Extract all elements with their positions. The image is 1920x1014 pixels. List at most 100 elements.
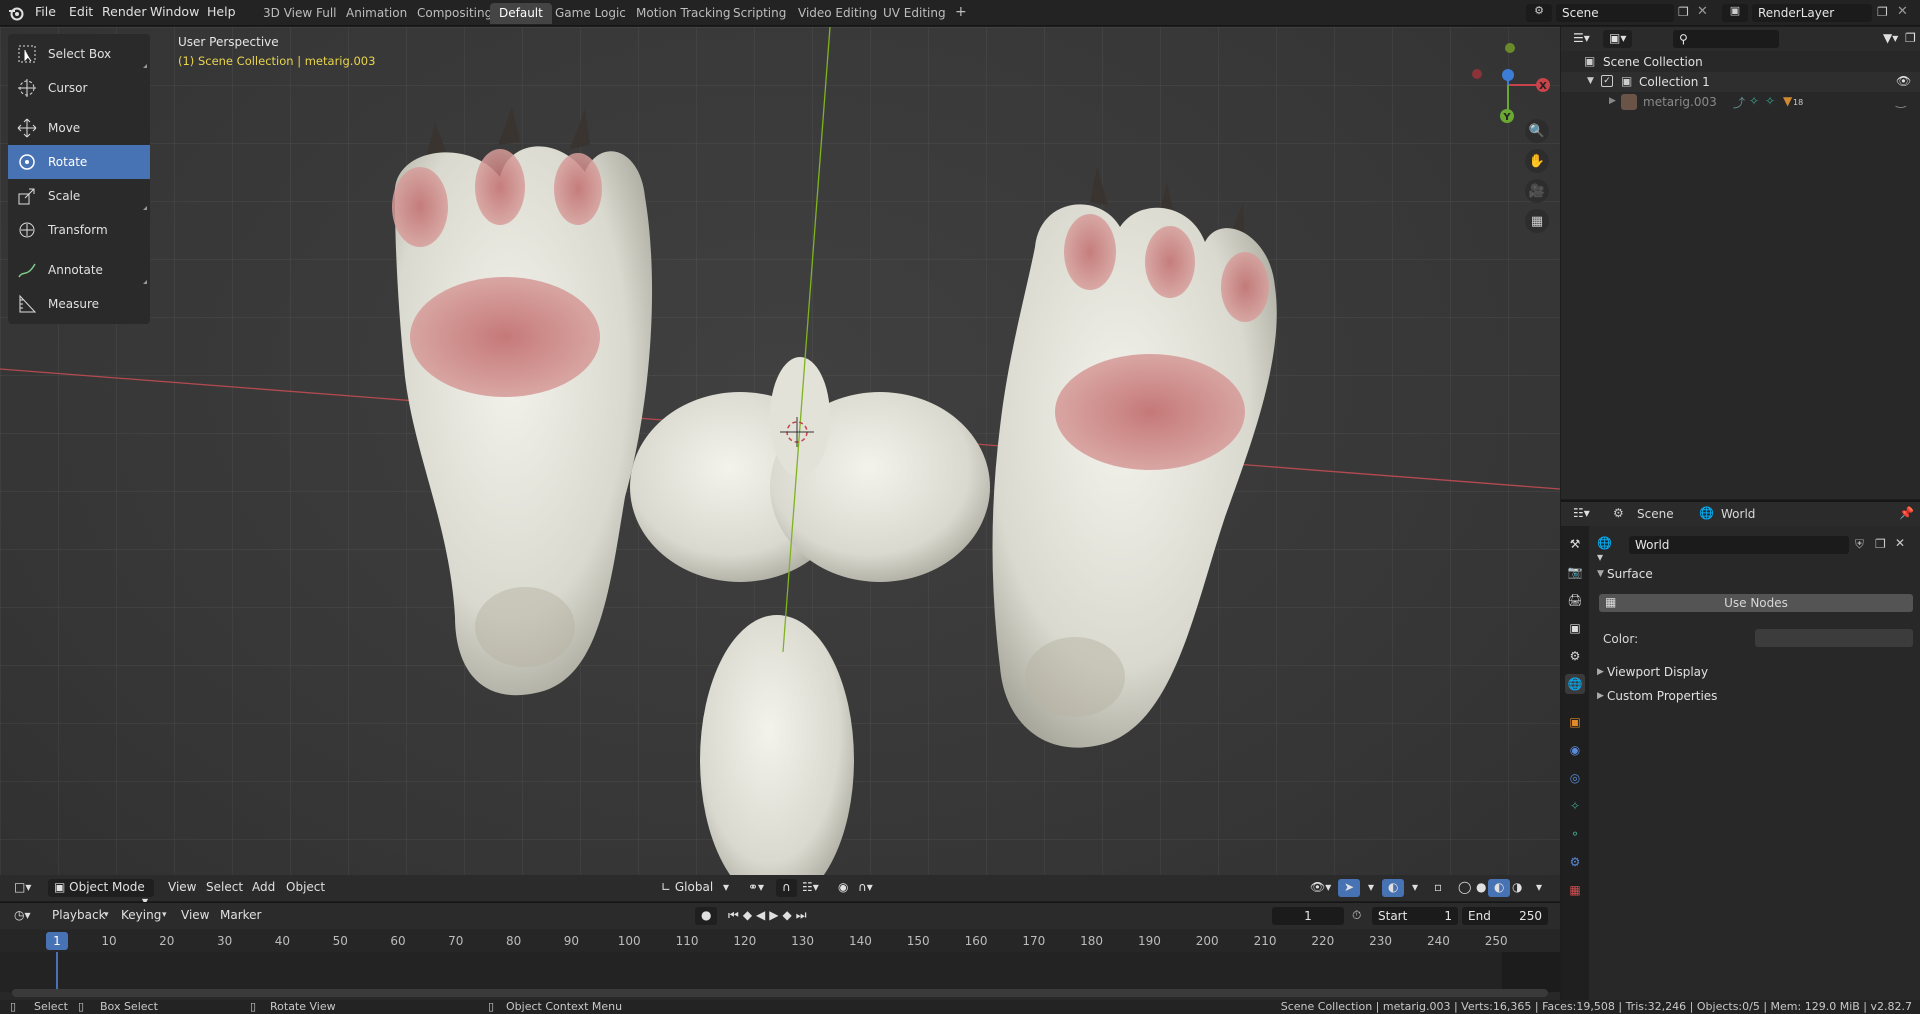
- menu-playback[interactable]: Playback: [46, 907, 112, 925]
- eye-visibility-icon[interactable]: 👁: [1896, 74, 1911, 88]
- menu-window[interactable]: Window: [150, 4, 199, 19]
- falloff-curve-icon[interactable]: ∩▾: [852, 879, 879, 897]
- tab-video-editing[interactable]: Video Editing: [789, 3, 886, 24]
- collection-checkbox[interactable]: ✓: [1601, 75, 1613, 87]
- tab-compositing[interactable]: Compositing: [408, 3, 501, 24]
- gizmo-neg-x[interactable]: [1472, 69, 1482, 79]
- tab-render[interactable]: 📷: [1565, 562, 1585, 582]
- mode-dropdown[interactable]: ▣ Object Mode ▾: [48, 879, 154, 908]
- custom-properties-panel-header[interactable]: ▶ Custom Properties: [1589, 686, 1920, 708]
- outliner-row-collection[interactable]: ▼ ✓ ▣ Collection 1 👁: [1561, 72, 1920, 92]
- menu-timeline-view[interactable]: View: [175, 907, 215, 925]
- tab-uv-editing[interactable]: UV Editing: [874, 3, 955, 24]
- timeline-scrollbar[interactable]: [12, 989, 1548, 997]
- tab-scene[interactable]: ⚙: [1565, 646, 1585, 666]
- ortho-grid-icon[interactable]: ▦: [1525, 209, 1549, 233]
- tab-world[interactable]: 🌐: [1565, 674, 1585, 694]
- end-frame-field[interactable]: End 250: [1462, 907, 1548, 925]
- editor-type-icon[interactable]: □▾: [8, 879, 37, 897]
- prev-keyframe-icon[interactable]: ◆: [743, 908, 756, 922]
- next-keyframe-icon[interactable]: ◆: [783, 908, 796, 922]
- overlays-menu-icon[interactable]: ▾: [1406, 879, 1424, 897]
- pivot-icon[interactable]: ⚭▾: [742, 879, 770, 897]
- tool-select-box[interactable]: Select Box: [8, 37, 150, 71]
- camera-icon[interactable]: 🎥: [1525, 179, 1549, 203]
- menu-render[interactable]: Render: [102, 4, 147, 19]
- expand-triangle-icon[interactable]: ▼: [1587, 76, 1594, 86]
- outliner-row-metarig[interactable]: ▶ metarig.003 ⤴ ✧ ✧ ▼ 18 ‿: [1561, 92, 1920, 112]
- snap-magnet-icon[interactable]: ∩: [776, 879, 797, 897]
- shading-menu-icon[interactable]: ▾: [1530, 879, 1548, 897]
- orientation-dropdown[interactable]: ∟ Global ▾: [655, 879, 735, 897]
- tab-texture[interactable]: ▦: [1565, 880, 1585, 900]
- gizmo-menu-icon[interactable]: ▾: [1362, 879, 1380, 897]
- outliner-row-scene-collection[interactable]: ▣ Scene Collection: [1561, 52, 1920, 72]
- render-layer-icon[interactable]: ▣: [1722, 4, 1748, 22]
- use-nodes-button[interactable]: ▦ Use Nodes: [1599, 594, 1913, 612]
- world-name-field[interactable]: World: [1629, 536, 1849, 554]
- viewport-display-panel-header[interactable]: ▶ Viewport Display: [1589, 662, 1920, 684]
- gizmo-toggle-icon[interactable]: ➤: [1338, 879, 1361, 897]
- gizmo-neg-y[interactable]: [1505, 43, 1515, 53]
- tool-transform[interactable]: Transform: [8, 213, 150, 247]
- menu-object[interactable]: Object: [280, 879, 331, 897]
- jump-end-icon[interactable]: ⏭: [796, 908, 811, 922]
- properties-editor-type-icon[interactable]: ☷▾: [1567, 505, 1596, 523]
- xray-toggle-icon[interactable]: ▫: [1428, 879, 1448, 897]
- menu-edit[interactable]: Edit: [69, 4, 93, 19]
- add-workspace-button[interactable]: +: [946, 3, 976, 24]
- pin-icon[interactable]: 📌: [1899, 506, 1914, 520]
- tab-constraints[interactable]: ✧: [1565, 796, 1585, 816]
- tab-animation[interactable]: Animation: [337, 3, 416, 24]
- breadcrumb-scene[interactable]: Scene: [1637, 507, 1674, 521]
- world-browse-icon[interactable]: 🌐▾: [1597, 536, 1617, 564]
- tab-bone[interactable]: ⚙: [1565, 852, 1585, 872]
- delete-scene-icon[interactable]: ✕: [1697, 4, 1708, 19]
- tool-annotate[interactable]: Annotate: [8, 253, 150, 287]
- surface-panel-header[interactable]: ▼ Surface: [1589, 564, 1920, 586]
- pan-hand-icon[interactable]: ✋: [1525, 149, 1549, 173]
- menu-view[interactable]: View: [162, 879, 202, 897]
- outliner-editor-type-icon[interactable]: ☰▾: [1567, 30, 1596, 48]
- unlink-world-icon[interactable]: ✕: [1895, 536, 1905, 550]
- new-scene-icon[interactable]: ❐: [1678, 5, 1689, 19]
- play-reverse-icon[interactable]: ◀: [756, 908, 769, 922]
- start-frame-field[interactable]: Start 1: [1372, 907, 1458, 925]
- zoom-icon[interactable]: 🔍: [1525, 119, 1549, 143]
- playhead-frame[interactable]: 1: [46, 932, 68, 950]
- tool-cursor[interactable]: Cursor: [8, 71, 150, 105]
- tab-modifiers[interactable]: ◉: [1565, 740, 1585, 760]
- menu-add[interactable]: Add: [246, 879, 281, 897]
- tool-measure[interactable]: Measure: [8, 287, 150, 321]
- tool-move[interactable]: Move: [8, 111, 150, 145]
- tab-object[interactable]: ▣: [1565, 712, 1585, 732]
- tab-scripting[interactable]: Scripting: [724, 3, 795, 24]
- outliner-search-input[interactable]: ⚲: [1673, 30, 1779, 48]
- menu-select[interactable]: Select: [200, 879, 249, 897]
- new-world-icon[interactable]: ❐: [1875, 537, 1886, 551]
- timeline-body[interactable]: [0, 952, 1560, 992]
- scene-name-field[interactable]: Scene: [1556, 4, 1674, 22]
- color-swatch[interactable]: [1755, 629, 1913, 647]
- render-layer-field[interactable]: RenderLayer: [1752, 4, 1872, 22]
- new-collection-icon[interactable]: ❐: [1899, 30, 1920, 48]
- delete-layer-icon[interactable]: ✕: [1897, 4, 1908, 19]
- tab-object-data[interactable]: ⚬: [1565, 824, 1585, 844]
- playback-controls[interactable]: ⏮◆◀▶◆⏭: [722, 907, 817, 925]
- shading-rendered-icon[interactable]: ◑: [1506, 879, 1528, 897]
- tool-scale[interactable]: Scale: [8, 179, 150, 213]
- tab-motion-tracking[interactable]: Motion Tracking: [627, 3, 739, 24]
- play-icon[interactable]: ▶: [769, 908, 782, 922]
- tab-game-logic[interactable]: Game Logic: [546, 3, 635, 24]
- navigation-gizmo[interactable]: X Y: [1460, 33, 1560, 133]
- record-icon[interactable]: ●: [695, 907, 718, 925]
- timeline-editor-type-icon[interactable]: ◷▾: [8, 907, 37, 925]
- tab-3d-view-full[interactable]: 3D View Full: [254, 3, 346, 24]
- tab-output[interactable]: 🖨: [1565, 590, 1585, 610]
- preview-range-icon[interactable]: ⏱: [1352, 908, 1361, 923]
- eye-hidden-icon[interactable]: ‿: [1896, 94, 1906, 108]
- menu-file[interactable]: File: [35, 4, 56, 19]
- 3d-viewport[interactable]: Select Box Cursor Move Rotate Scale Tran…: [0, 27, 1560, 901]
- display-mode-icon[interactable]: ▣▾: [1603, 30, 1633, 48]
- scene-selector-icon[interactable]: ⚙: [1526, 4, 1552, 22]
